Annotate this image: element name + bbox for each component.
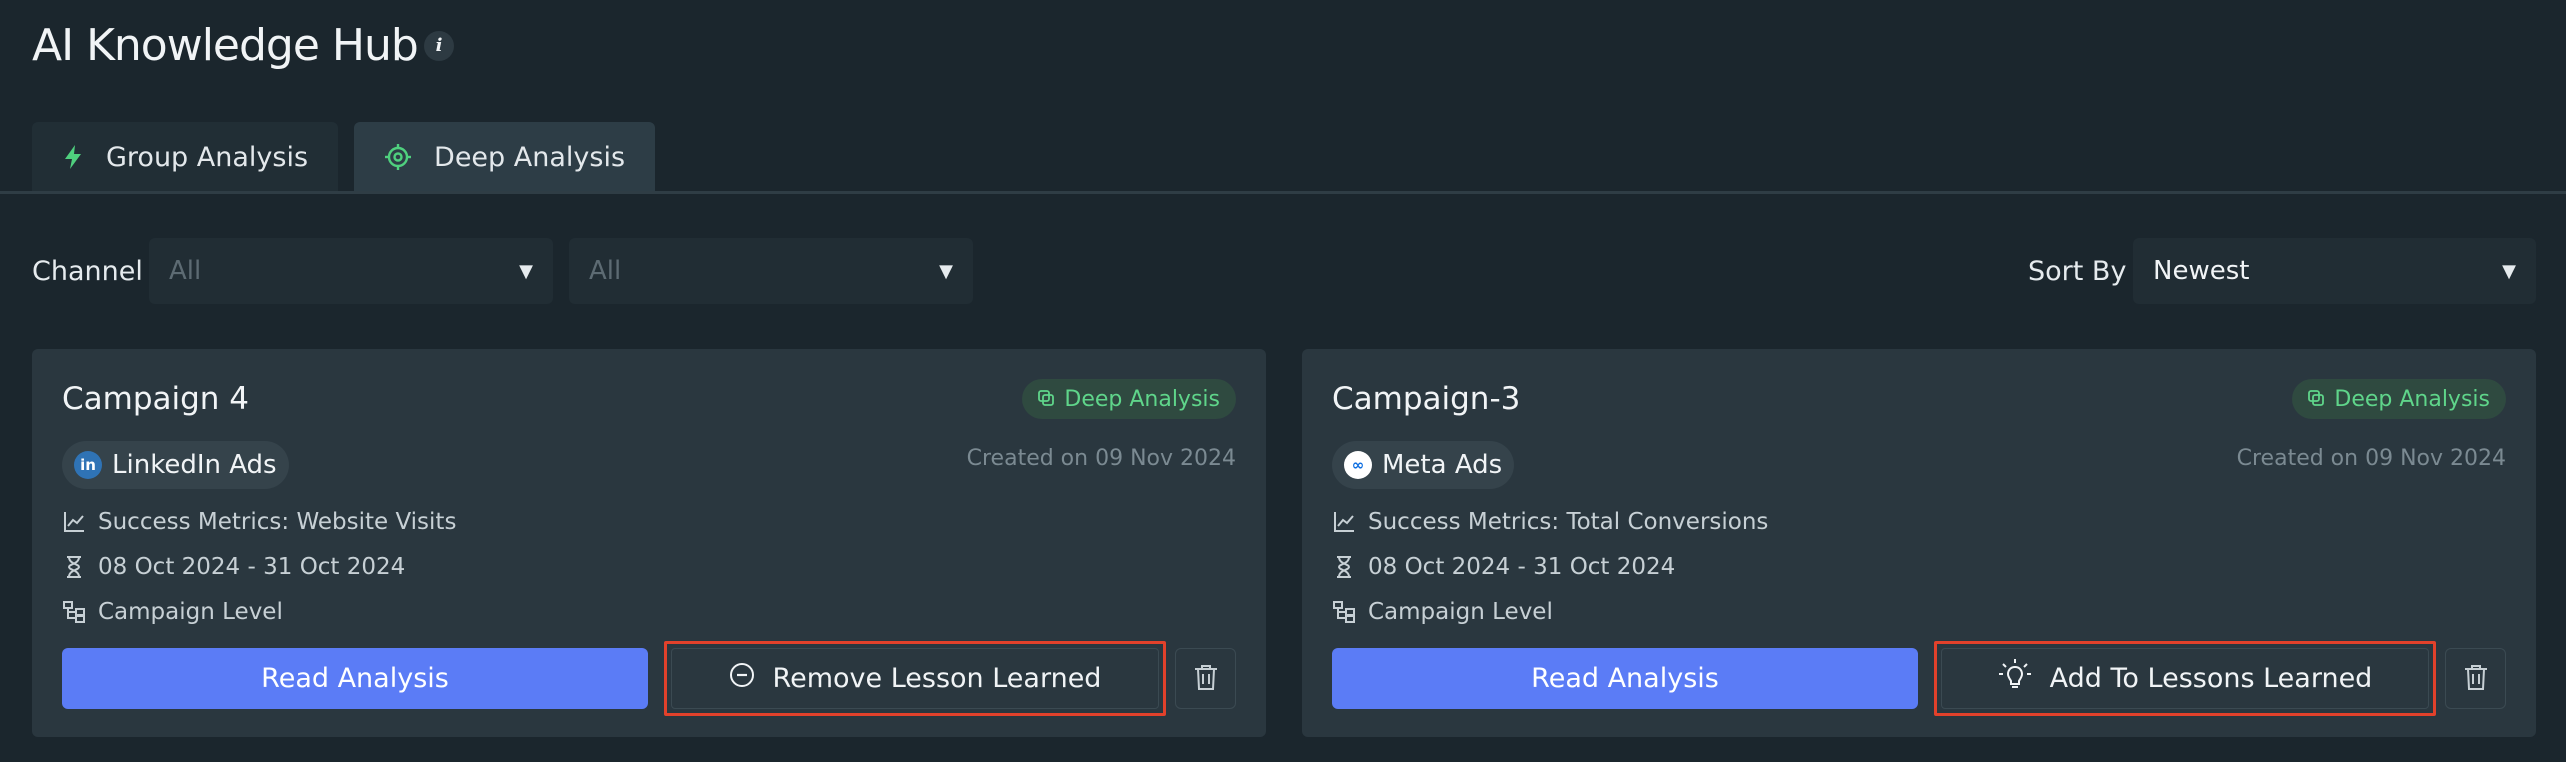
- level-row: Campaign Level: [1332, 596, 1553, 628]
- page-title: AI Knowledge Hub: [32, 20, 419, 71]
- target-icon: [384, 143, 412, 171]
- chart-icon: [1332, 510, 1356, 534]
- read-analysis-button[interactable]: Read Analysis: [62, 648, 648, 709]
- analysis-type-badge: Deep Analysis: [1022, 379, 1236, 419]
- badge-label: Deep Analysis: [2334, 386, 2490, 412]
- secondary-select[interactable]: All ▼: [569, 238, 973, 304]
- lightbulb-icon: [1998, 658, 2032, 699]
- minus-circle-icon: [729, 662, 755, 695]
- analysis-tabs: Group Analysis Deep Analysis: [32, 122, 656, 192]
- hierarchy-icon: [62, 600, 86, 624]
- remove-lesson-learned-button[interactable]: Remove Lesson Learned: [664, 641, 1166, 716]
- sort-select[interactable]: Newest ▼: [2133, 238, 2536, 304]
- tab-label: Deep Analysis: [434, 141, 626, 173]
- tab-label: Group Analysis: [106, 141, 309, 173]
- channel-pill: ∞ Meta Ads: [1332, 441, 1515, 489]
- ai-knowledge-hub-page: AI Knowledge Hub i Group Analysis Deep A…: [0, 0, 2566, 762]
- level-row: Campaign Level: [62, 596, 283, 628]
- delete-button[interactable]: [2445, 648, 2506, 709]
- card-title: Campaign 4: [62, 381, 250, 417]
- hourglass-icon: [1332, 555, 1356, 579]
- lightning-icon: [62, 144, 84, 170]
- sort-select-value: Newest: [2153, 256, 2250, 286]
- channel-name: Meta Ads: [1382, 450, 1503, 480]
- badge-label: Deep Analysis: [1064, 386, 1220, 412]
- linkedin-icon: in: [74, 451, 102, 479]
- add-to-lessons-learned-button[interactable]: Add To Lessons Learned: [1934, 641, 2436, 716]
- copy-icon: [1038, 387, 1055, 412]
- trash-icon: [1193, 663, 1219, 695]
- meta-icon: ∞: [1344, 451, 1372, 479]
- analysis-card: Campaign-3 Deep Analysis ∞ Meta Ads Crea…: [1302, 349, 2536, 737]
- read-analysis-button[interactable]: Read Analysis: [1332, 648, 1918, 709]
- created-date: Created on 09 Nov 2024: [966, 446, 1236, 471]
- level-text: Campaign Level: [98, 599, 283, 625]
- success-metrics-row: Success Metrics: Total Conversions: [1332, 506, 1768, 538]
- copy-icon: [2308, 387, 2325, 412]
- date-range-row: 08 Oct 2024 - 31 Oct 2024: [62, 551, 405, 583]
- success-metrics-text: Success Metrics: Website Visits: [98, 509, 457, 535]
- channel-select[interactable]: All ▼: [149, 238, 553, 304]
- analysis-card: Campaign 4 Deep Analysis in LinkedIn Ads…: [32, 349, 1266, 737]
- success-metrics-row: Success Metrics: Website Visits: [62, 506, 456, 538]
- secondary-select-value: All: [589, 256, 622, 286]
- date-range-text: 08 Oct 2024 - 31 Oct 2024: [98, 554, 406, 580]
- hierarchy-icon: [1332, 600, 1356, 624]
- tab-group-analysis[interactable]: Group Analysis: [32, 122, 339, 192]
- level-text: Campaign Level: [1368, 599, 1553, 625]
- date-range-text: 08 Oct 2024 - 31 Oct 2024: [1368, 554, 1676, 580]
- channel-select-value: All: [169, 256, 202, 286]
- card-title: Campaign-3: [1332, 381, 1521, 417]
- analysis-type-badge: Deep Analysis: [2292, 379, 2506, 419]
- tab-deep-analysis[interactable]: Deep Analysis: [354, 122, 656, 192]
- chart-icon: [62, 510, 86, 534]
- sort-by-label: Sort By: [2028, 256, 2127, 287]
- chevron-down-icon: ▼: [2502, 260, 2516, 282]
- chevron-down-icon: ▼: [519, 260, 533, 282]
- success-metrics-text: Success Metrics: Total Conversions: [1368, 509, 1769, 535]
- date-range-row: 08 Oct 2024 - 31 Oct 2024: [1332, 551, 1675, 583]
- delete-button[interactable]: [1175, 648, 1236, 709]
- info-icon[interactable]: i: [424, 31, 454, 61]
- hourglass-icon: [62, 555, 86, 579]
- button-label: Add To Lessons Learned: [2049, 663, 2373, 694]
- channel-pill: in LinkedIn Ads: [62, 441, 289, 489]
- button-label: Remove Lesson Learned: [772, 663, 1102, 694]
- created-date: Created on 09 Nov 2024: [2236, 446, 2506, 471]
- trash-icon: [2463, 663, 2489, 695]
- channel-name: LinkedIn Ads: [112, 450, 277, 480]
- channel-label: Channel: [32, 256, 143, 287]
- chevron-down-icon: ▼: [939, 260, 953, 282]
- tabs-divider: [0, 191, 2566, 194]
